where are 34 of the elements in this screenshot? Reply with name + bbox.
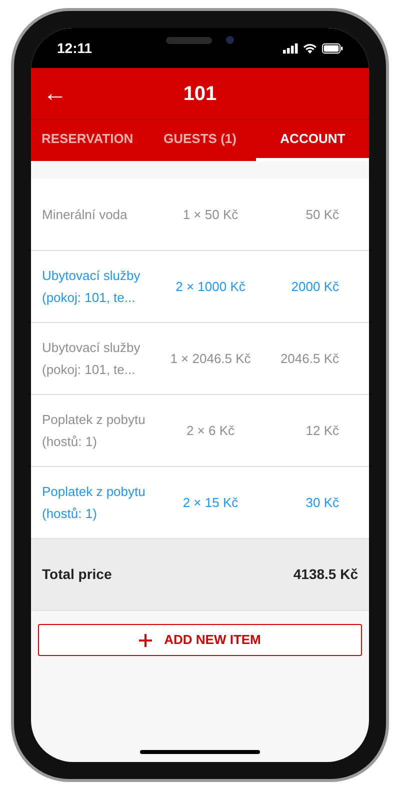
account-row[interactable]: Minerální voda 1 × 50 Kč 50 Kč <box>31 179 369 251</box>
item-quantity: 2 × 6 Kč <box>185 422 236 440</box>
item-price: 2000 Kč <box>290 278 339 296</box>
item-quantity: 1 × 2046.5 Kč <box>169 350 252 368</box>
tab[interactable]: RESERVATION <box>31 120 144 161</box>
tab[interactable]: GUESTS (1) <box>144 120 256 161</box>
item-price: 30 Kč <box>304 494 339 512</box>
camera-icon <box>226 36 234 44</box>
item-name: Minerální voda <box>42 206 128 224</box>
battery-icon <box>322 42 343 54</box>
status-time: 12:11 <box>57 38 94 58</box>
item-price: 50 Kč <box>304 206 339 224</box>
speaker-icon <box>166 36 212 44</box>
account-row[interactable]: Poplatek z pobytu (hostů: 1) 2 × 6 Kč 12 Kč <box>31 395 369 467</box>
item-name: Poplatek z pobytu (hostů: 1) <box>42 410 146 451</box>
item-price: 12 Kč <box>304 422 339 440</box>
add-item-button[interactable]: ADD NEW ITEM <box>38 624 362 656</box>
item-price: 2046.5 Kč <box>279 350 339 368</box>
header-title: 101 <box>182 82 218 106</box>
signal-icon <box>283 42 298 54</box>
item-quantity: 1 × 50 Kč <box>182 206 240 224</box>
account-row[interactable]: Ubytovací služby (pokoj: 101, te... 2 × 1000 Kč 2000 Kč <box>31 251 369 323</box>
account-row[interactable]: Poplatek z pobytu (hostů: 1) 2 × 15 Kč 30 Kč <box>31 467 369 539</box>
plus-icon <box>139 634 152 646</box>
back-button[interactable]: ← <box>43 82 73 106</box>
item-quantity: 2 × 15 Kč <box>182 494 240 512</box>
item-quantity: 2 × 1000 Kč <box>174 278 246 296</box>
total-label: Total price <box>42 565 112 584</box>
item-name: Poplatek z pobytu (hostů: 1) <box>42 482 146 523</box>
wifi-icon <box>302 42 317 54</box>
account-row[interactable]: Ubytovací služby (pokoj: 101, te... 1 × 2046.5 Kč 2046.5 Kč <box>31 323 369 395</box>
item-name: Ubytovací služby (pokoj: 101, te... <box>42 266 142 307</box>
item-name: Ubytovací služby (pokoj: 101, te... <box>42 338 142 379</box>
total-value: 4138.5 Kč <box>293 565 358 584</box>
